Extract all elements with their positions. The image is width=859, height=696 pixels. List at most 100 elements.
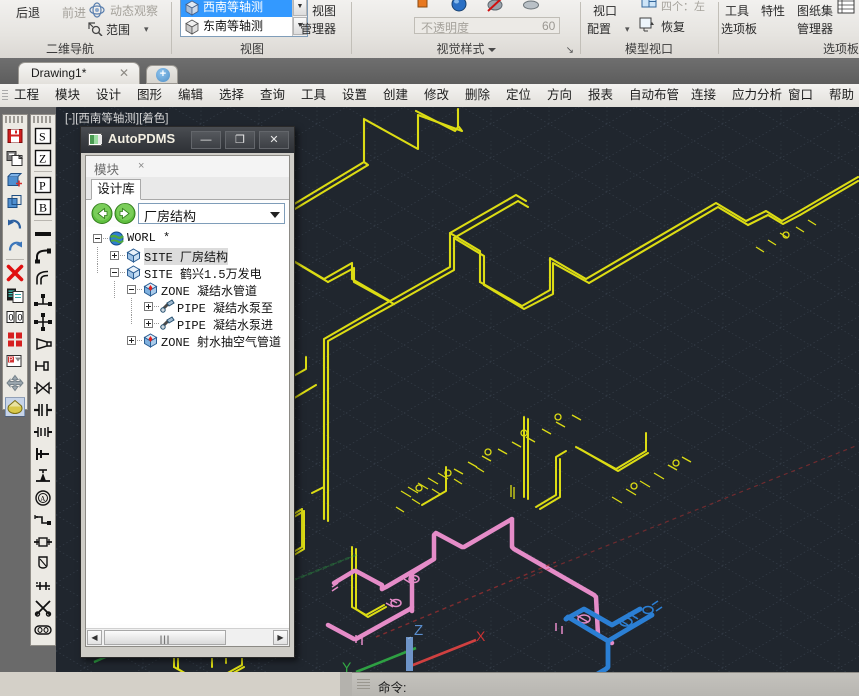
undo-icon[interactable] (3, 213, 27, 235)
toolbar-modify-grip[interactable] (5, 116, 25, 123)
module-close-icon[interactable]: × (138, 160, 144, 172)
menu-item-sheji[interactable]: 设计 (96, 87, 121, 104)
sheetset-line2[interactable]: 管理器 (797, 20, 833, 37)
module-label[interactable]: 模块 (94, 159, 119, 178)
dialog-titlebar[interactable]: AutoPDMS — ❐ ✕ (81, 127, 294, 153)
menu-item-baobiao[interactable]: 报表 (588, 87, 613, 104)
tree-horizontal-scrollbar[interactable]: ◀ ||| ▶ (86, 628, 289, 646)
new-tab-button[interactable]: + (146, 65, 178, 84)
move-icon[interactable] (3, 372, 27, 394)
cap-icon[interactable] (31, 355, 55, 377)
reducer-icon[interactable] (31, 333, 55, 355)
menu-item-lianjie[interactable]: 连接 (691, 87, 716, 104)
visual-styles-dialog-launcher[interactable]: ↘ (566, 45, 574, 56)
menubar-grip[interactable] (2, 90, 8, 101)
expander-plus-icon[interactable] (144, 302, 153, 311)
spacer-icon[interactable] (31, 421, 55, 443)
menu-item-tuxing[interactable]: 图形 (137, 87, 162, 104)
autopdms-dialog[interactable]: AutoPDMS — ❐ ✕ 模块 × 设计库 (80, 126, 295, 658)
menu-item-fangxiang[interactable]: 方向 (547, 87, 572, 104)
toolbar-piping-grip[interactable] (33, 116, 53, 123)
view-manager-line1[interactable]: 视图 (312, 2, 336, 19)
file-tab-drawing1[interactable]: Drawing1* ✕ (18, 62, 140, 84)
scissors-icon[interactable] (31, 597, 55, 619)
tree-item-zone-condensate[interactable]: ZONE 凝结水管道 (86, 281, 289, 298)
redo-icon[interactable] (3, 235, 27, 257)
weld-joint-icon[interactable] (31, 575, 55, 597)
menu-item-gongju[interactable]: 工具 (301, 87, 326, 104)
viewport-config-line2[interactable]: 配置 (587, 20, 611, 37)
drain-icon[interactable] (31, 553, 55, 575)
butterfly-valve-icon[interactable] (31, 377, 55, 399)
copy-to-file-icon[interactable] (3, 147, 27, 169)
panel-title-visual-styles[interactable]: 视觉样式 (352, 40, 580, 57)
chevron-down-icon[interactable] (270, 212, 280, 218)
tree-item-pipe-pump-in[interactable]: PIPE 凝结水泵进 (86, 315, 289, 332)
nav-back-button[interactable]: 后退 (16, 4, 40, 21)
sheetset-line1[interactable]: 图纸集 (797, 2, 833, 19)
delete-x-icon[interactable] (3, 262, 27, 284)
menu-item-xuanze[interactable]: 选择 (219, 87, 244, 104)
menu-item-dingwei[interactable]: 定位 (506, 87, 531, 104)
menu-item-shanchu[interactable]: 删除 (465, 87, 490, 104)
tree-item-zone-ejector[interactable]: ZONE 射水抽空气管道 (86, 332, 289, 349)
menu-item-bangzhu[interactable]: 帮助 (829, 87, 854, 104)
flange-single-icon[interactable] (31, 443, 55, 465)
menu-item-shezhi[interactable]: 设置 (342, 87, 367, 104)
straight-pipe-icon[interactable] (31, 223, 55, 245)
letter-b-icon[interactable]: B (31, 196, 55, 218)
back-arrow-icon[interactable] (91, 203, 113, 224)
copy-object-icon[interactable] (3, 191, 27, 213)
properties-palette-button[interactable]: 特性 (761, 2, 785, 19)
save-icon[interactable] (3, 125, 27, 147)
viewport-label[interactable]: [-][西南等轴测][着色] (65, 110, 169, 126)
zoom-extents-dropdown[interactable]: ▾ (144, 24, 149, 35)
bend-icon[interactable] (31, 267, 55, 289)
viewport-restore-icon[interactable] (639, 16, 656, 35)
tool-palette-line2[interactable]: 选项板 (721, 20, 757, 37)
viewport-config-line1[interactable]: 视口 (593, 2, 617, 19)
add-object-icon[interactable] (3, 169, 27, 191)
menu-item-zidongbuguan[interactable]: 自动布管 (629, 87, 679, 104)
close-icon[interactable]: ✕ (119, 66, 129, 80)
zoom-extents-icon[interactable] (86, 20, 104, 39)
view-style-combobox[interactable]: 西南等轴测 东南等轴测 ▼ ▼ (180, 0, 308, 37)
visual-style-xray-icon[interactable] (522, 0, 540, 17)
opacity-slider-field[interactable]: 不透明度 (414, 17, 560, 34)
expander-minus-icon[interactable] (127, 285, 136, 294)
tree-item-site-hexing[interactable]: SITE 鹤兴1.5万发电 (86, 264, 289, 281)
scroll-left-icon[interactable]: ◀ (87, 630, 102, 645)
tool-palette-line1[interactable]: 工具 (725, 2, 749, 19)
model-view-icon[interactable] (3, 396, 27, 418)
visual-style-realistic-icon[interactable] (450, 0, 468, 17)
letter-z-icon[interactable]: Z (31, 147, 55, 169)
maximize-button[interactable]: ❐ (225, 131, 255, 149)
copy-properties-icon[interactable] (3, 284, 27, 306)
viewport-config-dropdown[interactable]: ▾ (625, 24, 630, 35)
command-bar[interactable]: 命令: (352, 672, 859, 696)
mirror-icon[interactable]: 00 (3, 306, 27, 328)
chevron-down-icon[interactable] (488, 48, 496, 52)
minimize-button[interactable]: — (191, 131, 221, 149)
elbow-icon[interactable] (31, 245, 55, 267)
viewport-four-left-icon[interactable] (641, 0, 657, 13)
view-combobox-scroll-up[interactable]: ▼ (293, 0, 307, 16)
nav-forward-button[interactable]: 前进 (62, 4, 86, 21)
menu-item-chuangjian[interactable]: 创建 (383, 87, 408, 104)
cross-icon[interactable] (31, 311, 55, 333)
tube-icon[interactable] (31, 619, 55, 641)
database-combobox[interactable]: 厂房结构 (138, 203, 285, 224)
tree-item-world[interactable]: WORL * (86, 230, 289, 247)
replace-icon[interactable]: P (3, 350, 27, 372)
menu-item-bianji[interactable]: 编辑 (178, 87, 203, 104)
view-option-southeast-iso[interactable]: 东南等轴测 (181, 17, 307, 36)
instrument-icon[interactable]: A (31, 487, 55, 509)
menu-item-mokuai[interactable]: 模块 (55, 87, 80, 104)
orbit-label[interactable]: 动态观察 (110, 2, 158, 19)
forward-arrow-icon[interactable] (114, 203, 136, 224)
command-bar-grip[interactable] (357, 679, 370, 690)
view-option-southwest-iso[interactable]: 西南等轴测 (181, 0, 307, 17)
orbit-icon[interactable] (88, 2, 106, 21)
viewport-four-left-label[interactable]: 四个：左 (661, 0, 705, 14)
expander-plus-icon[interactable] (110, 251, 119, 260)
